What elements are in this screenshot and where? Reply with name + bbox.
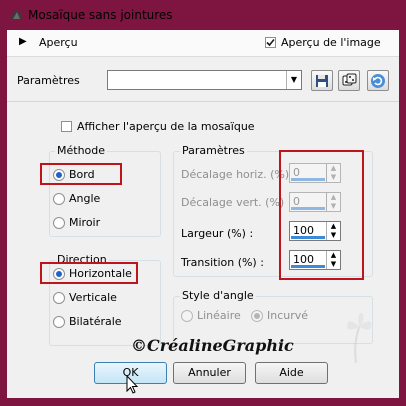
lineaire-radio[interactable] xyxy=(181,310,193,322)
miroir-label[interactable]: Miroir xyxy=(69,216,100,229)
incurve-label[interactable]: Incurvé xyxy=(267,309,308,322)
cancel-label: Annuler xyxy=(188,366,231,379)
floppy-disk-icon xyxy=(316,75,328,87)
parametres-preset-label: Paramètres xyxy=(17,74,80,87)
checkmark-icon xyxy=(266,38,275,47)
flower-decoration-icon xyxy=(347,312,372,363)
show-preview-checkbox[interactable] xyxy=(61,121,72,132)
window-title: Mosaïque sans jointures xyxy=(28,8,173,22)
app-icon xyxy=(10,9,22,19)
style-angle-title: Style d'angle xyxy=(180,289,256,302)
parametres-highlight xyxy=(279,150,364,280)
preset-dropdown[interactable]: ▼ xyxy=(107,70,302,90)
help-label: Aide xyxy=(279,366,304,379)
reset-button[interactable] xyxy=(367,70,389,91)
mouse-cursor-icon xyxy=(126,375,139,394)
undo-icon xyxy=(371,74,385,88)
angle-label[interactable]: Angle xyxy=(69,192,100,205)
methode-title: Méthode xyxy=(55,144,108,157)
apercu-image-checkbox[interactable] xyxy=(265,37,276,48)
bilaterale-label[interactable]: Bilatérale xyxy=(69,315,122,328)
bord-highlight xyxy=(40,163,122,185)
watermark-text: ©CréalineGraphic xyxy=(131,336,294,355)
largeur-label: Largeur (%) : xyxy=(181,227,254,240)
dialog-window: Mosaïque sans jointures ▶ Aperçu Aperçu … xyxy=(0,0,406,406)
parametres-title: Paramètres xyxy=(180,144,247,157)
preview-header: ▶ Aperçu Aperçu de l'image xyxy=(7,30,399,57)
decalage-vert-label: Décalage vert. (%) : xyxy=(181,196,292,209)
chevron-down-icon[interactable]: ▼ xyxy=(286,71,301,89)
random-button[interactable] xyxy=(338,70,360,91)
title-bar: Mosaïque sans jointures xyxy=(0,0,406,30)
angle-radio[interactable] xyxy=(53,193,65,205)
transition-label: Transition (%) : xyxy=(181,256,264,269)
horizontale-highlight xyxy=(40,262,138,284)
dialog-body: ▶ Aperçu Aperçu de l'image Paramètres ▼ … xyxy=(7,30,399,398)
verticale-radio[interactable] xyxy=(53,292,65,304)
separator xyxy=(7,101,399,102)
bilaterale-radio[interactable] xyxy=(53,316,65,328)
apercu-image-label[interactable]: Aperçu de l'image xyxy=(281,36,381,49)
verticale-label[interactable]: Verticale xyxy=(69,291,117,304)
help-button[interactable]: Aide xyxy=(255,362,328,384)
cancel-button[interactable]: Annuler xyxy=(173,362,246,384)
dice-icon xyxy=(342,73,357,86)
apercu-label[interactable]: Aperçu xyxy=(39,36,78,49)
show-preview-label[interactable]: Afficher l'aperçu de la mosaïque xyxy=(77,120,255,133)
miroir-radio[interactable] xyxy=(53,217,65,229)
expand-arrow-icon[interactable]: ▶ xyxy=(19,36,27,47)
lineaire-label[interactable]: Linéaire xyxy=(197,309,241,322)
incurve-radio[interactable] xyxy=(251,310,263,322)
save-preset-button[interactable] xyxy=(311,70,333,91)
